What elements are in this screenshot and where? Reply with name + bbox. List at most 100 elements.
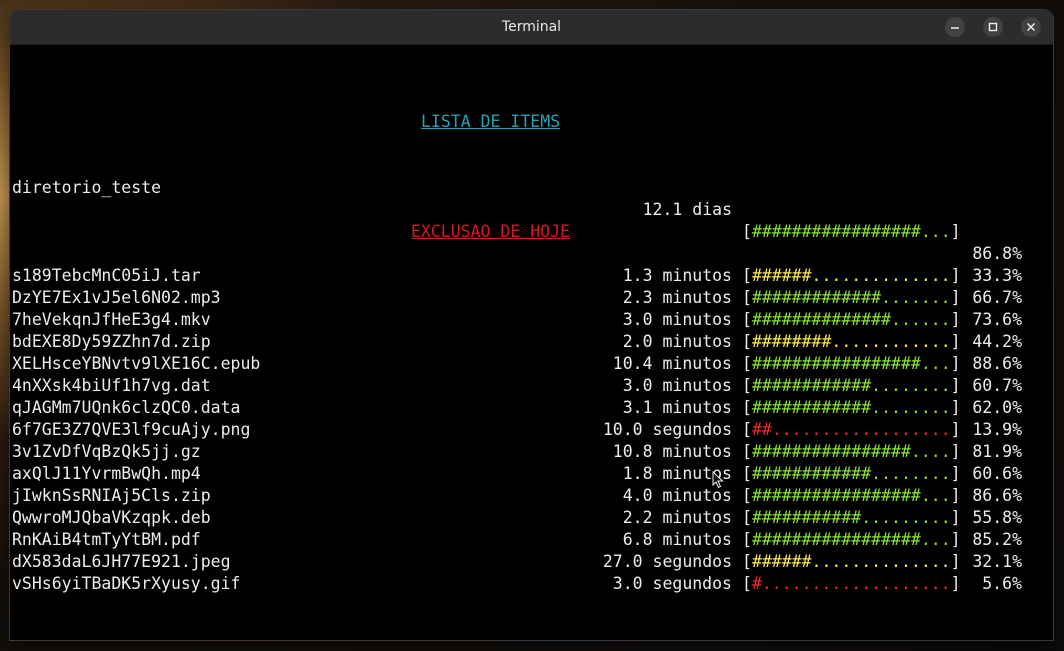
exclusao-row: dX583daL6JH77E921.jpeg 27.0 segundos [####…	[10, 551, 1053, 573]
exclusao-row: 3v1ZvDfVqBzQk5jj.gz 10.8 minutos [########…	[10, 441, 1053, 463]
progress-dots: ........	[871, 464, 951, 483]
item-percent: 32.1%	[972, 552, 1022, 571]
progress-hashes: #	[751, 574, 762, 593]
item-name: RnKAiB4tmTyYtBM.pdf	[12, 530, 201, 549]
progress-dots: ...	[920, 222, 951, 241]
item-name: jIwknSsRNIAj5Cls.zip	[12, 486, 211, 505]
progress-hashes: ############	[751, 398, 872, 417]
close-icon	[1027, 23, 1035, 31]
progress-bar: [#...................]	[742, 574, 961, 593]
progress-dots: .......	[881, 288, 951, 307]
item-time: 2.2 minutos	[622, 508, 732, 527]
exclusao-row: 7heVekqnJfHeE3g4.mkv 3.0 minutos [########…	[10, 309, 1053, 331]
item-name: DzYE7Ex1vJ5el6N02.mp3	[12, 288, 221, 307]
item-name: diretorio_teste	[12, 178, 162, 197]
progress-hashes: #############	[751, 288, 882, 307]
item-name: 7heVekqnJfHeE3g4.mkv	[12, 310, 211, 329]
item-time: 10.0 segundos	[602, 420, 732, 439]
exclusao-row: QwwroMJQbaVKzqpk.deb 2.2 minutos [########…	[10, 507, 1053, 529]
item-time: 10.8 minutos	[612, 442, 732, 461]
progress-bar: [############........]	[742, 464, 961, 483]
progress-dots: ..............	[811, 552, 951, 571]
item-name: QwwroMJQbaVKzqpk.deb	[12, 508, 211, 527]
lista-heading: LISTA DE ITEMS	[421, 112, 561, 131]
item-name: axQlJ11YvrmBwQh.mp4	[12, 464, 201, 483]
exclusao-row: axQlJ11YvrmBwQh.mp4 1.8 minutos [#########…	[10, 463, 1053, 485]
item-name: 4nXXsk4biUf1h7vg.dat	[12, 376, 211, 395]
item-time: 2.0 minutos	[622, 332, 732, 351]
progress-hashes: ############	[751, 376, 872, 395]
close-button[interactable]	[1021, 17, 1041, 37]
item-time: 12.1 dias	[642, 200, 732, 219]
item-time: 3.0 segundos	[612, 574, 732, 593]
item-time: 2.3 minutos	[622, 288, 732, 307]
progress-dots: ..................	[771, 420, 951, 439]
item-time: 1.8 minutos	[622, 464, 732, 483]
progress-dots: ............	[831, 332, 951, 351]
item-time: 3.0 minutos	[622, 376, 732, 395]
item-percent: 60.7%	[972, 376, 1022, 395]
item-name: vSHs6yiTBaDK5rXyusy.gif	[12, 574, 241, 593]
progress-dots: ...	[920, 530, 951, 549]
item-name: qJAGMm7UQnk6clzQC0.data	[12, 398, 241, 417]
progress-bar: [#################...]	[742, 354, 961, 373]
item-percent: 86.8%	[972, 244, 1022, 263]
exclusao-row: 4nXXsk4biUf1h7vg.dat 3.0 minutos [########…	[10, 375, 1053, 397]
progress-bar: [############........]	[742, 376, 961, 395]
item-name: s189TebcMnC05iJ.tar	[12, 266, 201, 285]
exclusao-row: jIwknSsRNIAj5Cls.zip 4.0 minutos [########…	[10, 485, 1053, 507]
item-name: 6f7GE3Z7QVE3lf9cuAjy.png	[12, 420, 251, 439]
item-percent: 73.6%	[972, 310, 1022, 329]
exclusao-row: s189TebcMnC05iJ.tar 1.3 minutos [######...…	[10, 265, 1053, 287]
progress-bar: [########............]	[742, 332, 961, 351]
progress-dots: ........	[871, 398, 951, 417]
item-percent: 81.9%	[972, 442, 1022, 461]
progress-hashes: #################	[751, 354, 921, 373]
item-percent: 60.6%	[972, 464, 1022, 483]
terminal-output[interactable]: LISTA DE ITEMS diretorio_teste 12.1 dias…	[10, 45, 1053, 640]
item-percent: 62.0%	[972, 398, 1022, 417]
progress-bar: [#################...]	[742, 222, 961, 241]
progress-hashes: ##	[751, 420, 772, 439]
item-name: dX583daL6JH77E921.jpeg	[12, 552, 231, 571]
item-time: 1.3 minutos	[622, 266, 732, 285]
progress-bar: [#############.......]	[742, 288, 961, 307]
progress-dots: ...	[920, 486, 951, 505]
maximize-button[interactable]	[983, 17, 1003, 37]
item-name: XELHsceYBNvtv9lXE16C.epub	[12, 354, 261, 373]
item-percent: 86.6%	[972, 486, 1022, 505]
exclusao-row: DzYE7Ex1vJ5el6N02.mp3 2.3 minutos [#######…	[10, 287, 1053, 309]
item-time: 10.4 minutos	[612, 354, 732, 373]
progress-bar: [###########.........]	[742, 508, 961, 527]
progress-hashes: #################	[751, 486, 921, 505]
progress-hashes: ##############	[751, 310, 892, 329]
minimize-icon	[951, 27, 959, 29]
exclusao-row: RnKAiB4tmTyYtBM.pdf 6.8 minutos [#########…	[10, 529, 1053, 551]
progress-bar: [######..............]	[742, 552, 961, 571]
progress-hashes: #################	[751, 530, 921, 549]
item-time: 3.0 minutos	[622, 310, 732, 329]
window-title: Terminal	[501, 19, 562, 35]
item-name: 3v1ZvDfVqBzQk5jj.gz	[12, 442, 201, 461]
item-percent: 66.7%	[972, 288, 1022, 307]
exclusao-row: vSHs6yiTBaDK5rXyusy.gif 3.0 segundos [#...…	[10, 573, 1053, 595]
progress-bar: [################....]	[742, 442, 961, 461]
item-time: 27.0 segundos	[602, 552, 732, 571]
progress-dots: ....	[910, 442, 951, 461]
progress-hashes: ################	[751, 442, 911, 461]
exclusao-row: qJAGMm7UQnk6clzQC0.data 3.1 minutos [#####…	[10, 397, 1053, 419]
exclusao-row: bdEXE8Dy59ZZhn7d.zip 2.0 minutos [########…	[10, 331, 1053, 353]
progress-bar: [#################...]	[742, 486, 961, 505]
title-bar[interactable]: Terminal	[10, 10, 1053, 45]
minimize-button[interactable]	[945, 17, 965, 37]
progress-hashes: ###########	[751, 508, 862, 527]
progress-dots: ...................	[761, 574, 951, 593]
item-percent: 55.8%	[972, 508, 1022, 527]
progress-dots: ........	[871, 376, 951, 395]
item-percent: 5.6%	[982, 574, 1022, 593]
item-percent: 13.9%	[972, 420, 1022, 439]
progress-hashes: #################	[751, 222, 921, 241]
progress-dots: .........	[861, 508, 951, 527]
progress-bar: [######..............]	[742, 266, 961, 285]
item-time: 3.1 minutos	[622, 398, 732, 417]
